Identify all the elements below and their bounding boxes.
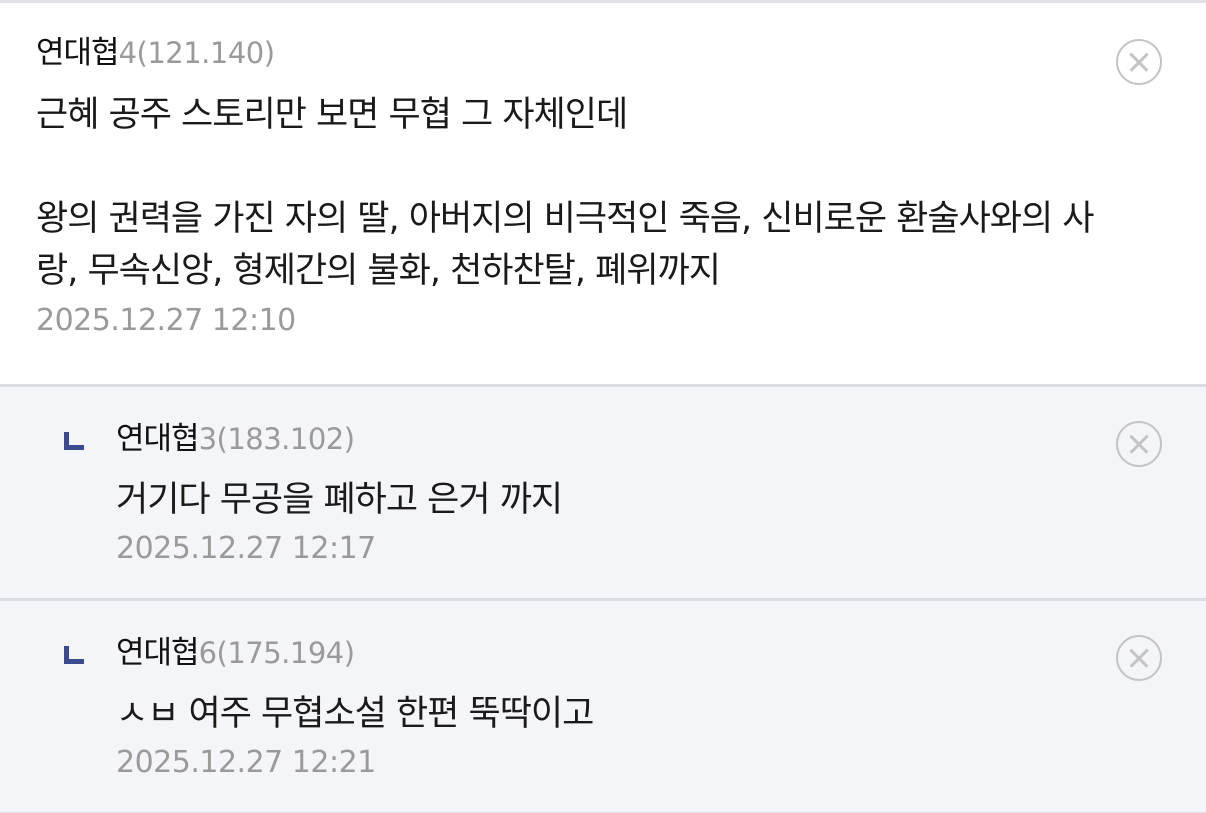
comment-author[interactable]: 연대협 xyxy=(116,627,200,672)
comment-ip: 6(175.194) xyxy=(198,636,356,670)
comment-ip: 3(183.102) xyxy=(198,422,356,456)
reply-item: 연대협 3(183.102) 거기다 무공을 폐하고 은거 까지 2025.12.… xyxy=(0,387,1206,601)
comment-author[interactable]: 연대협 xyxy=(36,27,120,72)
comment-body: ㅅㅂ 여주 무협소설 한편 뚝딱이고 xyxy=(116,694,594,734)
reply-arrow-icon xyxy=(64,646,84,664)
comment-meta: 연대협 4(121.140) xyxy=(36,27,1166,71)
comment-item: 연대협 4(121.140) 근혜 공주 스토리만 보면 무협 그 자체인데 왕의… xyxy=(0,3,1206,387)
comment-meta: 연대협 6(175.194) xyxy=(116,627,1166,671)
comment-body: 근혜 공주 스토리만 보면 무협 그 자체인데 왕의 권력을 가진 자의 딸, … xyxy=(36,95,1095,291)
reply-arrow-icon xyxy=(64,432,84,450)
comment-timestamp: 2025.12.27 12:17 xyxy=(116,531,376,566)
comment-timestamp: 2025.12.27 12:21 xyxy=(116,745,376,780)
delete-comment-icon[interactable] xyxy=(1116,421,1162,467)
comment-author[interactable]: 연대협 xyxy=(116,413,200,458)
reply-item: 연대협 6(175.194) ㅅㅂ 여주 무협소설 한편 뚝딱이고 2025.12… xyxy=(0,601,1206,813)
comment-list: 연대협 4(121.140) 근혜 공주 스토리만 보면 무협 그 자체인데 왕의… xyxy=(0,0,1206,813)
comment-meta: 연대협 3(183.102) xyxy=(116,413,1166,457)
delete-comment-icon[interactable] xyxy=(1116,39,1162,85)
comment-ip: 4(121.140) xyxy=(118,36,276,70)
comment-body: 거기다 무공을 폐하고 은거 까지 xyxy=(116,480,563,520)
delete-comment-icon[interactable] xyxy=(1116,635,1162,681)
comment-timestamp: 2025.12.27 12:10 xyxy=(36,303,296,338)
